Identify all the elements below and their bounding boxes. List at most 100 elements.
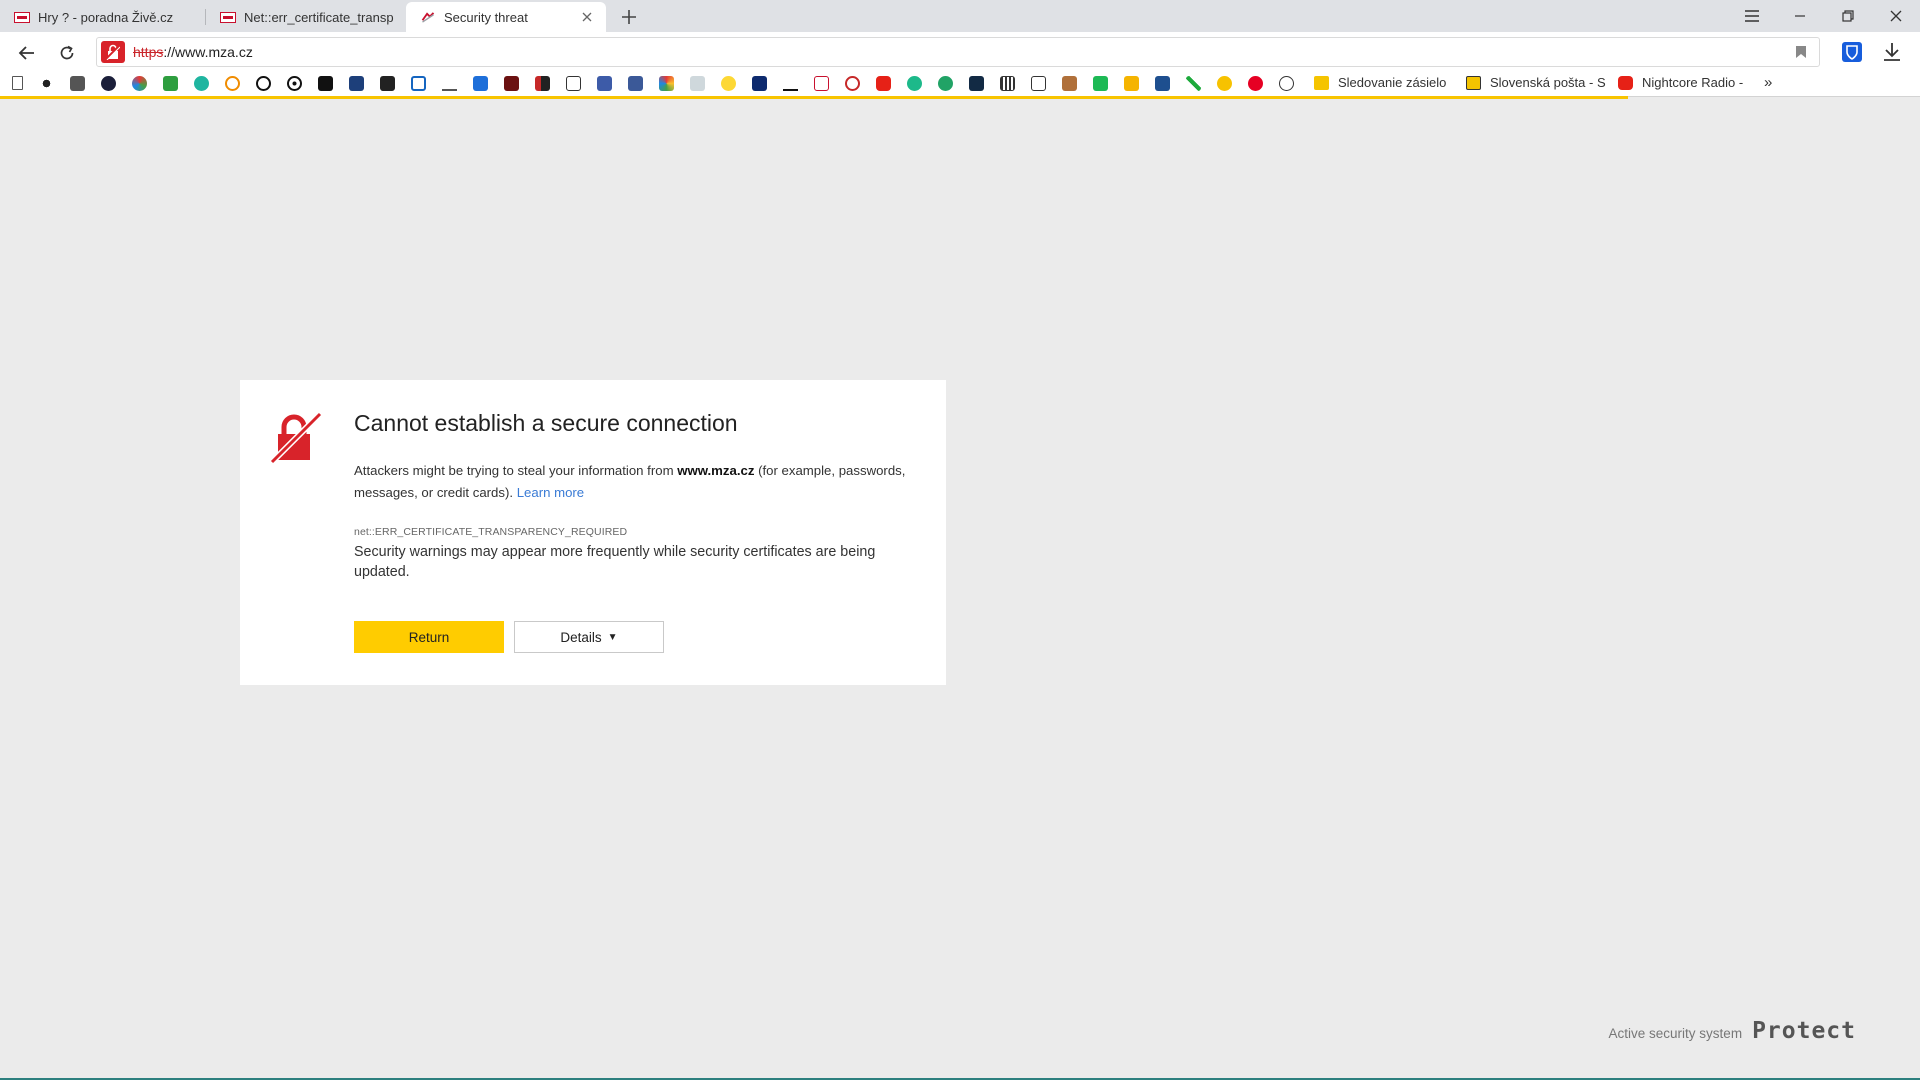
blue-square-icon[interactable] <box>411 76 426 91</box>
bookmark-label: Sledovanie zásielo <box>1338 75 1447 90</box>
loading-bar <box>0 96 1628 99</box>
certificate-warning-text: Security warnings may appear more freque… <box>354 544 876 580</box>
pacman-icon[interactable] <box>1217 76 1232 91</box>
back-button[interactable] <box>14 40 40 66</box>
bookmark-icons-row <box>12 76 1310 91</box>
w-green-icon[interactable] <box>1093 76 1108 91</box>
error-code: net::ERR_CERTIFICATE_TRANSPARENCY_REQUIR… <box>354 526 628 538</box>
toolbar-divider <box>1628 96 1920 97</box>
eye-icon[interactable] <box>39 76 54 91</box>
so-icon[interactable] <box>1279 76 1294 91</box>
error-description: Attackers might be trying to steal your … <box>354 460 914 504</box>
blue-tile-icon[interactable] <box>1155 76 1170 91</box>
film-icon[interactable] <box>1000 76 1015 91</box>
p-icon[interactable] <box>473 76 488 91</box>
address-bar[interactable]: https://www.mza.cz <box>96 37 1820 67</box>
circle-dark-icon[interactable] <box>101 76 116 91</box>
close-window-button[interactable] <box>1872 0 1920 32</box>
new-tab-icon[interactable] <box>618 6 640 28</box>
amd-icon[interactable] <box>318 76 333 91</box>
pc-icon[interactable] <box>597 76 612 91</box>
package-icon <box>1314 75 1329 90</box>
video-icon[interactable] <box>969 76 984 91</box>
grid-icon[interactable] <box>566 76 581 91</box>
target-icon[interactable] <box>287 76 302 91</box>
colorful-icon[interactable] <box>132 76 147 91</box>
page-icon[interactable] <box>12 76 23 90</box>
arrow-green-icon[interactable] <box>163 76 178 91</box>
tab-label: Net::err_certificate_transpar <box>244 9 394 25</box>
protect-branding: Active security system Protect <box>1609 1018 1856 1044</box>
insecure-connection-badge[interactable] <box>101 41 125 63</box>
blue-box-icon[interactable] <box>349 76 364 91</box>
zive-icon <box>14 11 30 23</box>
m-icon[interactable] <box>1031 76 1046 91</box>
minimize-icon <box>1795 15 1805 17</box>
bookmark-label: Nightcore Radio - <box>1642 75 1744 90</box>
tab-hry-poradna[interactable]: Hry ? - poradna Živě.cz <box>0 2 206 32</box>
green-pen-icon[interactable] <box>1186 76 1201 91</box>
details-label: Details <box>560 629 602 645</box>
back-arrow-icon <box>18 46 34 60</box>
bookmark-nightcore-radio[interactable]: Nightcore Radio - <box>1618 75 1743 90</box>
zive-icon <box>220 11 236 23</box>
close-tab-icon[interactable] <box>580 10 594 24</box>
error-title: Cannot establish a secure connection <box>354 410 738 436</box>
reload-button[interactable] <box>54 40 80 66</box>
tab-security-threat[interactable]: Security threat <box>406 2 606 32</box>
download-icon[interactable] <box>1880 40 1904 64</box>
broken-lock-icon <box>270 412 322 464</box>
caret-down-icon: ▼ <box>607 631 618 643</box>
bookmark-slovenska-posta[interactable]: Slovenská pošta - S <box>1466 75 1606 90</box>
restore-icon <box>1842 10 1854 22</box>
bookmark-label: Slovenská pošta - S <box>1490 75 1606 90</box>
restore-button[interactable] <box>1824 0 1872 32</box>
close-icon <box>1890 10 1902 22</box>
triangle-icon[interactable] <box>442 76 457 91</box>
bookmarks-bar: Sledovanie zásielo Slovenská pošta - S N… <box>0 72 1920 96</box>
minimize-button[interactable] <box>1776 0 1824 32</box>
z-icon[interactable] <box>783 76 798 91</box>
gift-icon[interactable] <box>690 76 705 91</box>
search-orange-icon[interactable] <box>225 76 240 91</box>
reload-icon <box>60 45 74 60</box>
bulb-icon[interactable] <box>721 76 736 91</box>
youtube-icon[interactable] <box>876 76 891 91</box>
dark-badge-icon[interactable] <box>380 76 395 91</box>
dark-red-icon[interactable] <box>504 76 519 91</box>
bookmark-icon[interactable] <box>1795 45 1807 59</box>
s-icon[interactable] <box>752 76 767 91</box>
post-horn-icon <box>1466 75 1481 90</box>
bitwarden-icon[interactable] <box>1840 40 1864 64</box>
more-bookmarks-chevron-icon[interactable]: » <box>1764 74 1772 91</box>
tab-net-err[interactable]: Net::err_certificate_transpar <box>206 2 406 32</box>
protect-logo: Protect <box>1752 1018 1856 1044</box>
learn-more-link[interactable]: Learn more <box>517 485 584 500</box>
url-text: https://www.mza.cz <box>133 44 253 60</box>
bookmark-sledovanie[interactable]: Sledovanie zásielo <box>1314 75 1446 90</box>
tab-label: Security threat <box>444 9 528 25</box>
play-green-icon[interactable] <box>907 76 922 91</box>
dollar-green-icon[interactable] <box>938 76 953 91</box>
site-domain: www.mza.cz <box>677 463 755 478</box>
facebook-icon[interactable] <box>628 76 643 91</box>
play-circle-icon[interactable] <box>845 76 860 91</box>
key-icon[interactable] <box>256 76 271 91</box>
url-scheme: https <box>133 44 164 60</box>
teal-circle-icon[interactable] <box>194 76 209 91</box>
youtube-icon <box>1618 75 1633 90</box>
menu-button[interactable] <box>1728 0 1776 32</box>
tab-label: Hry ? - poradna Živě.cz <box>38 9 174 25</box>
broken-lock-icon <box>106 44 120 60</box>
pinterest-icon[interactable] <box>1248 76 1263 91</box>
brown-icon[interactable] <box>1062 76 1077 91</box>
details-button[interactable]: Details ▼ <box>514 621 664 653</box>
url-host: ://www.mza.cz <box>163 44 253 60</box>
puzzle-icon[interactable] <box>659 76 674 91</box>
amazon-icon[interactable] <box>535 76 550 91</box>
return-button[interactable]: Return <box>354 621 504 653</box>
warning-icon <box>421 11 435 23</box>
photo-icon[interactable] <box>70 76 85 91</box>
zive-bookmark-icon[interactable] <box>814 76 829 91</box>
yellow-box-icon[interactable] <box>1124 76 1139 91</box>
